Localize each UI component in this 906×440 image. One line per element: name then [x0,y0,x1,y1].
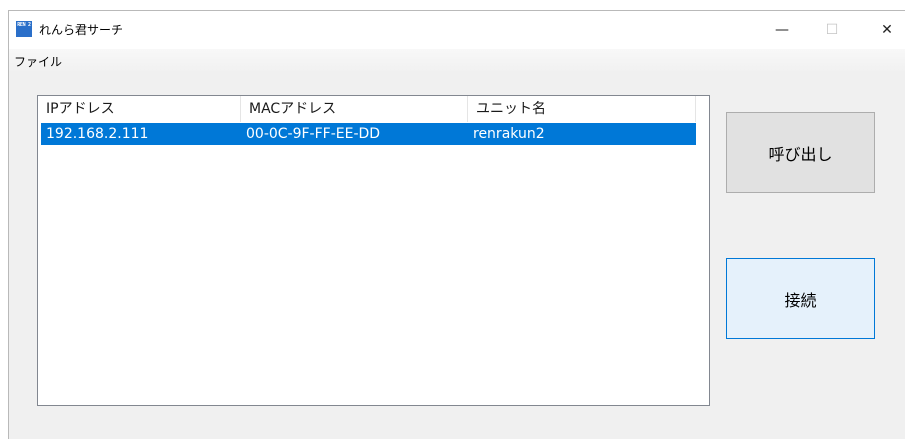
list-header: IPアドレス MACアドレス ユニット名 [38,96,709,122]
close-button[interactable]: ✕ [864,11,906,49]
column-header-ip[interactable]: IPアドレス [38,96,241,122]
close-icon: ✕ [881,22,893,38]
maximize-button: ☐ [809,11,855,49]
minimize-icon: — [775,22,789,38]
title-bar: REN 2 れんら君サーチ — ☐ ✕ [9,11,905,49]
connect-button[interactable]: 接続 [726,258,875,339]
menu-bar: ファイル [9,49,905,71]
column-header-unit[interactable]: ユニット名 [468,96,696,122]
column-header-mac[interactable]: MACアドレス [241,96,468,122]
minimize-button[interactable]: — [759,11,805,49]
maximize-icon: ☐ [825,22,839,38]
list-row[interactable]: 192.168.2.111 00-0C-9F-FF-EE-DD renrakun… [41,123,696,145]
app-icon: REN 2 [16,21,32,37]
cell-mac: 00-0C-9F-FF-EE-DD [246,126,381,142]
menu-file[interactable]: ファイル [14,53,62,70]
window-title: れんら君サーチ [39,23,124,37]
cell-unit-name: renrakun2 [473,126,545,142]
cell-ip: 192.168.2.111 [46,126,149,142]
device-list[interactable]: IPアドレス MACアドレス ユニット名 192.168.2.111 00-0C… [37,95,710,406]
call-button[interactable]: 呼び出し [726,112,875,193]
main-window: REN 2 れんら君サーチ — ☐ ✕ ファイル IPアドレス MACアドレス … [8,10,905,439]
